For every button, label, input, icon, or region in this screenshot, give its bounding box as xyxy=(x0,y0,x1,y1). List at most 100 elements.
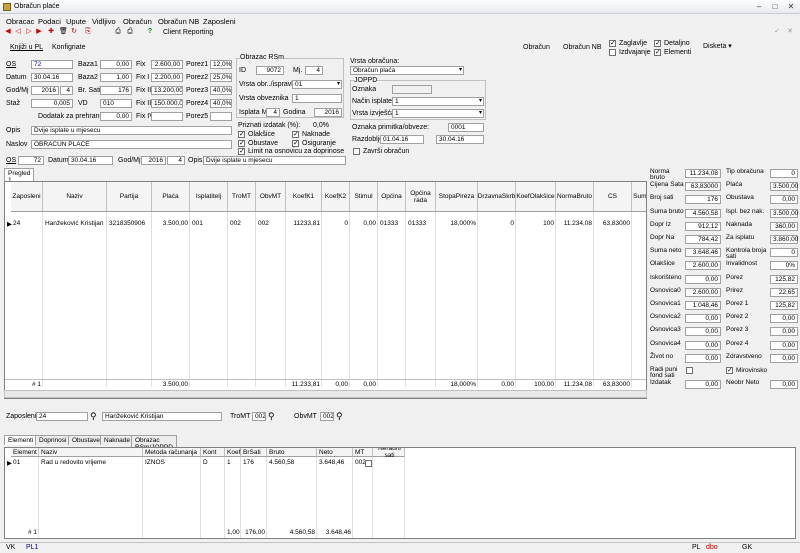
naknade-checkbox[interactable]: ✓ xyxy=(292,131,299,138)
summary-value[interactable]: 360,00 xyxy=(770,221,798,231)
search-obvmt-icon[interactable]: ⚲ xyxy=(336,411,343,422)
elements-header[interactable]: Neradni sati xyxy=(373,448,405,459)
summary-value[interactable]: 3.860,00 xyxy=(770,235,798,244)
rsm-mj-input[interactable]: 4 xyxy=(305,66,323,75)
elements-header[interactable]: BrSati xyxy=(241,448,267,457)
elements-header[interactable]: Koef xyxy=(225,448,241,457)
elements-header[interactable]: Neto xyxy=(317,448,353,457)
summary-value[interactable]: 0 xyxy=(770,169,798,178)
olaksice-checkbox[interactable]: ✓ xyxy=(238,131,245,138)
summary-value[interactable]: 4.560,58 xyxy=(685,208,721,218)
grid-cell[interactable]: 01333 xyxy=(406,220,436,227)
tab-naknade[interactable]: Naknade xyxy=(100,435,135,445)
elements-header[interactable]: Metoda računanja xyxy=(143,448,201,457)
menu-obracun[interactable]: Obračun xyxy=(123,17,152,26)
filter-zaposleni-input[interactable]: 24 xyxy=(36,412,88,421)
menu-podaci[interactable]: Podaci xyxy=(38,17,61,26)
grid-header[interactable]: StopaPireza xyxy=(436,182,478,212)
menu-obracac[interactable]: Obracac xyxy=(6,17,34,26)
porez5-input[interactable] xyxy=(210,112,232,121)
grid-header[interactable]: KoefOlakšice xyxy=(516,182,556,212)
grid-cell[interactable]: 001 xyxy=(190,220,228,227)
client-reporting-link[interactable]: Client Reporting xyxy=(163,29,213,36)
summary-value[interactable]: 0,00 xyxy=(770,340,798,350)
vrsta-obracuna-select[interactable]: Obračun plaća xyxy=(350,66,464,75)
disketa-button[interactable]: Disketa ▾ xyxy=(703,42,732,50)
main-grid[interactable]: Zaposleni Naziv Partija Plaća Isplatitelj Tro… xyxy=(4,181,647,399)
summary-value[interactable]: 784,42 xyxy=(685,235,721,244)
summary-value[interactable]: 3.500,00 xyxy=(770,182,798,192)
first-icon[interactable]: ◀ xyxy=(4,28,12,36)
radi-puni-checkbox[interactable] xyxy=(686,367,693,374)
next-icon[interactable]: ▷ xyxy=(25,28,33,36)
maximize-icon[interactable]: □ xyxy=(768,2,782,12)
summary-value[interactable]: 0,00 xyxy=(685,274,721,284)
grid-cell[interactable]: 24 xyxy=(11,220,43,227)
razdoblje-do-input[interactable]: 30.04.16 xyxy=(436,135,484,144)
elements-cell[interactable]: IZNOS xyxy=(143,459,201,466)
obustave-checkbox[interactable]: ✓ xyxy=(238,140,245,147)
nacin-select[interactable]: 1 xyxy=(392,97,484,106)
grid-header[interactable]: DrzavnaSkrb xyxy=(478,182,516,212)
grid-header[interactable]: Naziv xyxy=(43,182,107,212)
grid-cell[interactable]: 01333 xyxy=(378,220,406,227)
print-icon[interactable]: ⎙ xyxy=(114,28,122,36)
os-input[interactable]: 72 xyxy=(31,60,73,69)
grid-cell[interactable]: 002 xyxy=(256,220,286,227)
grid-cell[interactable]: 11.234,08 xyxy=(556,220,594,227)
opis-input[interactable]: Dvije isplate u mjesecu xyxy=(31,126,232,135)
summary-value[interactable]: 0,00 xyxy=(770,353,798,363)
grid-header[interactable]: TroMT xyxy=(228,182,256,212)
grid-header[interactable]: KoefK2 xyxy=(322,182,350,212)
elements-cell[interactable]: 01 xyxy=(11,459,39,466)
elements-cell[interactable]: 4.560,58 xyxy=(267,459,317,466)
obracun-button[interactable]: Obračun xyxy=(523,44,550,51)
grid-cell[interactable]: 11233,81 xyxy=(286,220,322,227)
porez1-input[interactable]: 12,0% xyxy=(210,60,232,69)
menu-vidljivo[interactable]: Vidljivo xyxy=(92,17,116,26)
opis2-input[interactable]: Dvije isplate u mjesecu xyxy=(203,156,346,165)
filter-naziv-input[interactable]: Hanžeković Kristijan xyxy=(102,412,222,421)
elements-cell[interactable]: Rad u redovito vrijeme xyxy=(39,459,143,466)
grid-cell[interactable]: 0,00 xyxy=(350,220,378,227)
grid-header[interactable]: SumaBrSati xyxy=(632,182,646,212)
grid-header[interactable]: ObvMT xyxy=(256,182,286,212)
elements-header[interactable]: Kont xyxy=(201,448,225,457)
filter-obvmt-input[interactable]: 002 xyxy=(320,412,334,421)
tab-elementi[interactable]: Elementi xyxy=(4,435,38,445)
tab-obustave[interactable]: Obustave xyxy=(68,435,104,445)
check-icon[interactable]: ✓ xyxy=(773,28,781,36)
zaglavlje-checkbox[interactable]: ✓ xyxy=(609,40,616,47)
baza1-input[interactable]: 0,00 xyxy=(100,60,132,69)
elements-cell[interactable]: 1 xyxy=(225,459,241,466)
summary-value[interactable]: 11.234,08 xyxy=(685,169,721,178)
razdoblje-od-input[interactable]: 01.04.16 xyxy=(380,135,424,144)
grid-header[interactable]: Plaća xyxy=(152,182,190,212)
menu-zaposleni[interactable]: Zaposleni xyxy=(203,17,236,26)
menu-upute[interactable]: Upute xyxy=(66,17,86,26)
porez3-input[interactable]: 40,0% xyxy=(210,86,232,95)
summary-value[interactable]: 0,00 xyxy=(685,327,721,337)
fix3-input[interactable]: 150.000,00 xyxy=(151,99,183,108)
osiguranje-checkbox[interactable]: ✓ xyxy=(292,140,299,147)
help-icon[interactable]: ? xyxy=(146,28,154,36)
grid-cell[interactable]: 0 xyxy=(322,220,350,227)
oznaka-input[interactable] xyxy=(392,85,432,94)
refresh-icon[interactable]: ↻ xyxy=(70,28,78,36)
summary-value[interactable]: 125,82 xyxy=(770,274,798,284)
god2-input[interactable]: 2016 xyxy=(141,156,166,165)
summary-value[interactable]: 0,00 xyxy=(770,195,798,205)
god-input[interactable]: 2016 xyxy=(31,86,59,95)
summary-value[interactable]: 2.600,00 xyxy=(685,261,721,271)
detaljno-checkbox[interactable]: ✓ xyxy=(654,40,661,47)
grid-header[interactable]: Stimul xyxy=(350,182,378,212)
search-tromt-icon[interactable]: ⚲ xyxy=(268,411,275,422)
rsm-vrsta-select[interactable]: 01 xyxy=(292,80,342,89)
grid-cell[interactable]: 3.500,00 xyxy=(152,220,190,227)
tab-doprinosi[interactable]: Doprinosi xyxy=(35,435,71,445)
rsm-godina-input[interactable]: 2016 xyxy=(314,108,342,117)
add-icon[interactable]: ✚ xyxy=(47,28,55,36)
grid-cell[interactable]: 002 xyxy=(228,220,256,227)
baza2-input[interactable]: 1,00 xyxy=(100,73,132,82)
elements-header[interactable]: Naziv xyxy=(39,448,143,457)
